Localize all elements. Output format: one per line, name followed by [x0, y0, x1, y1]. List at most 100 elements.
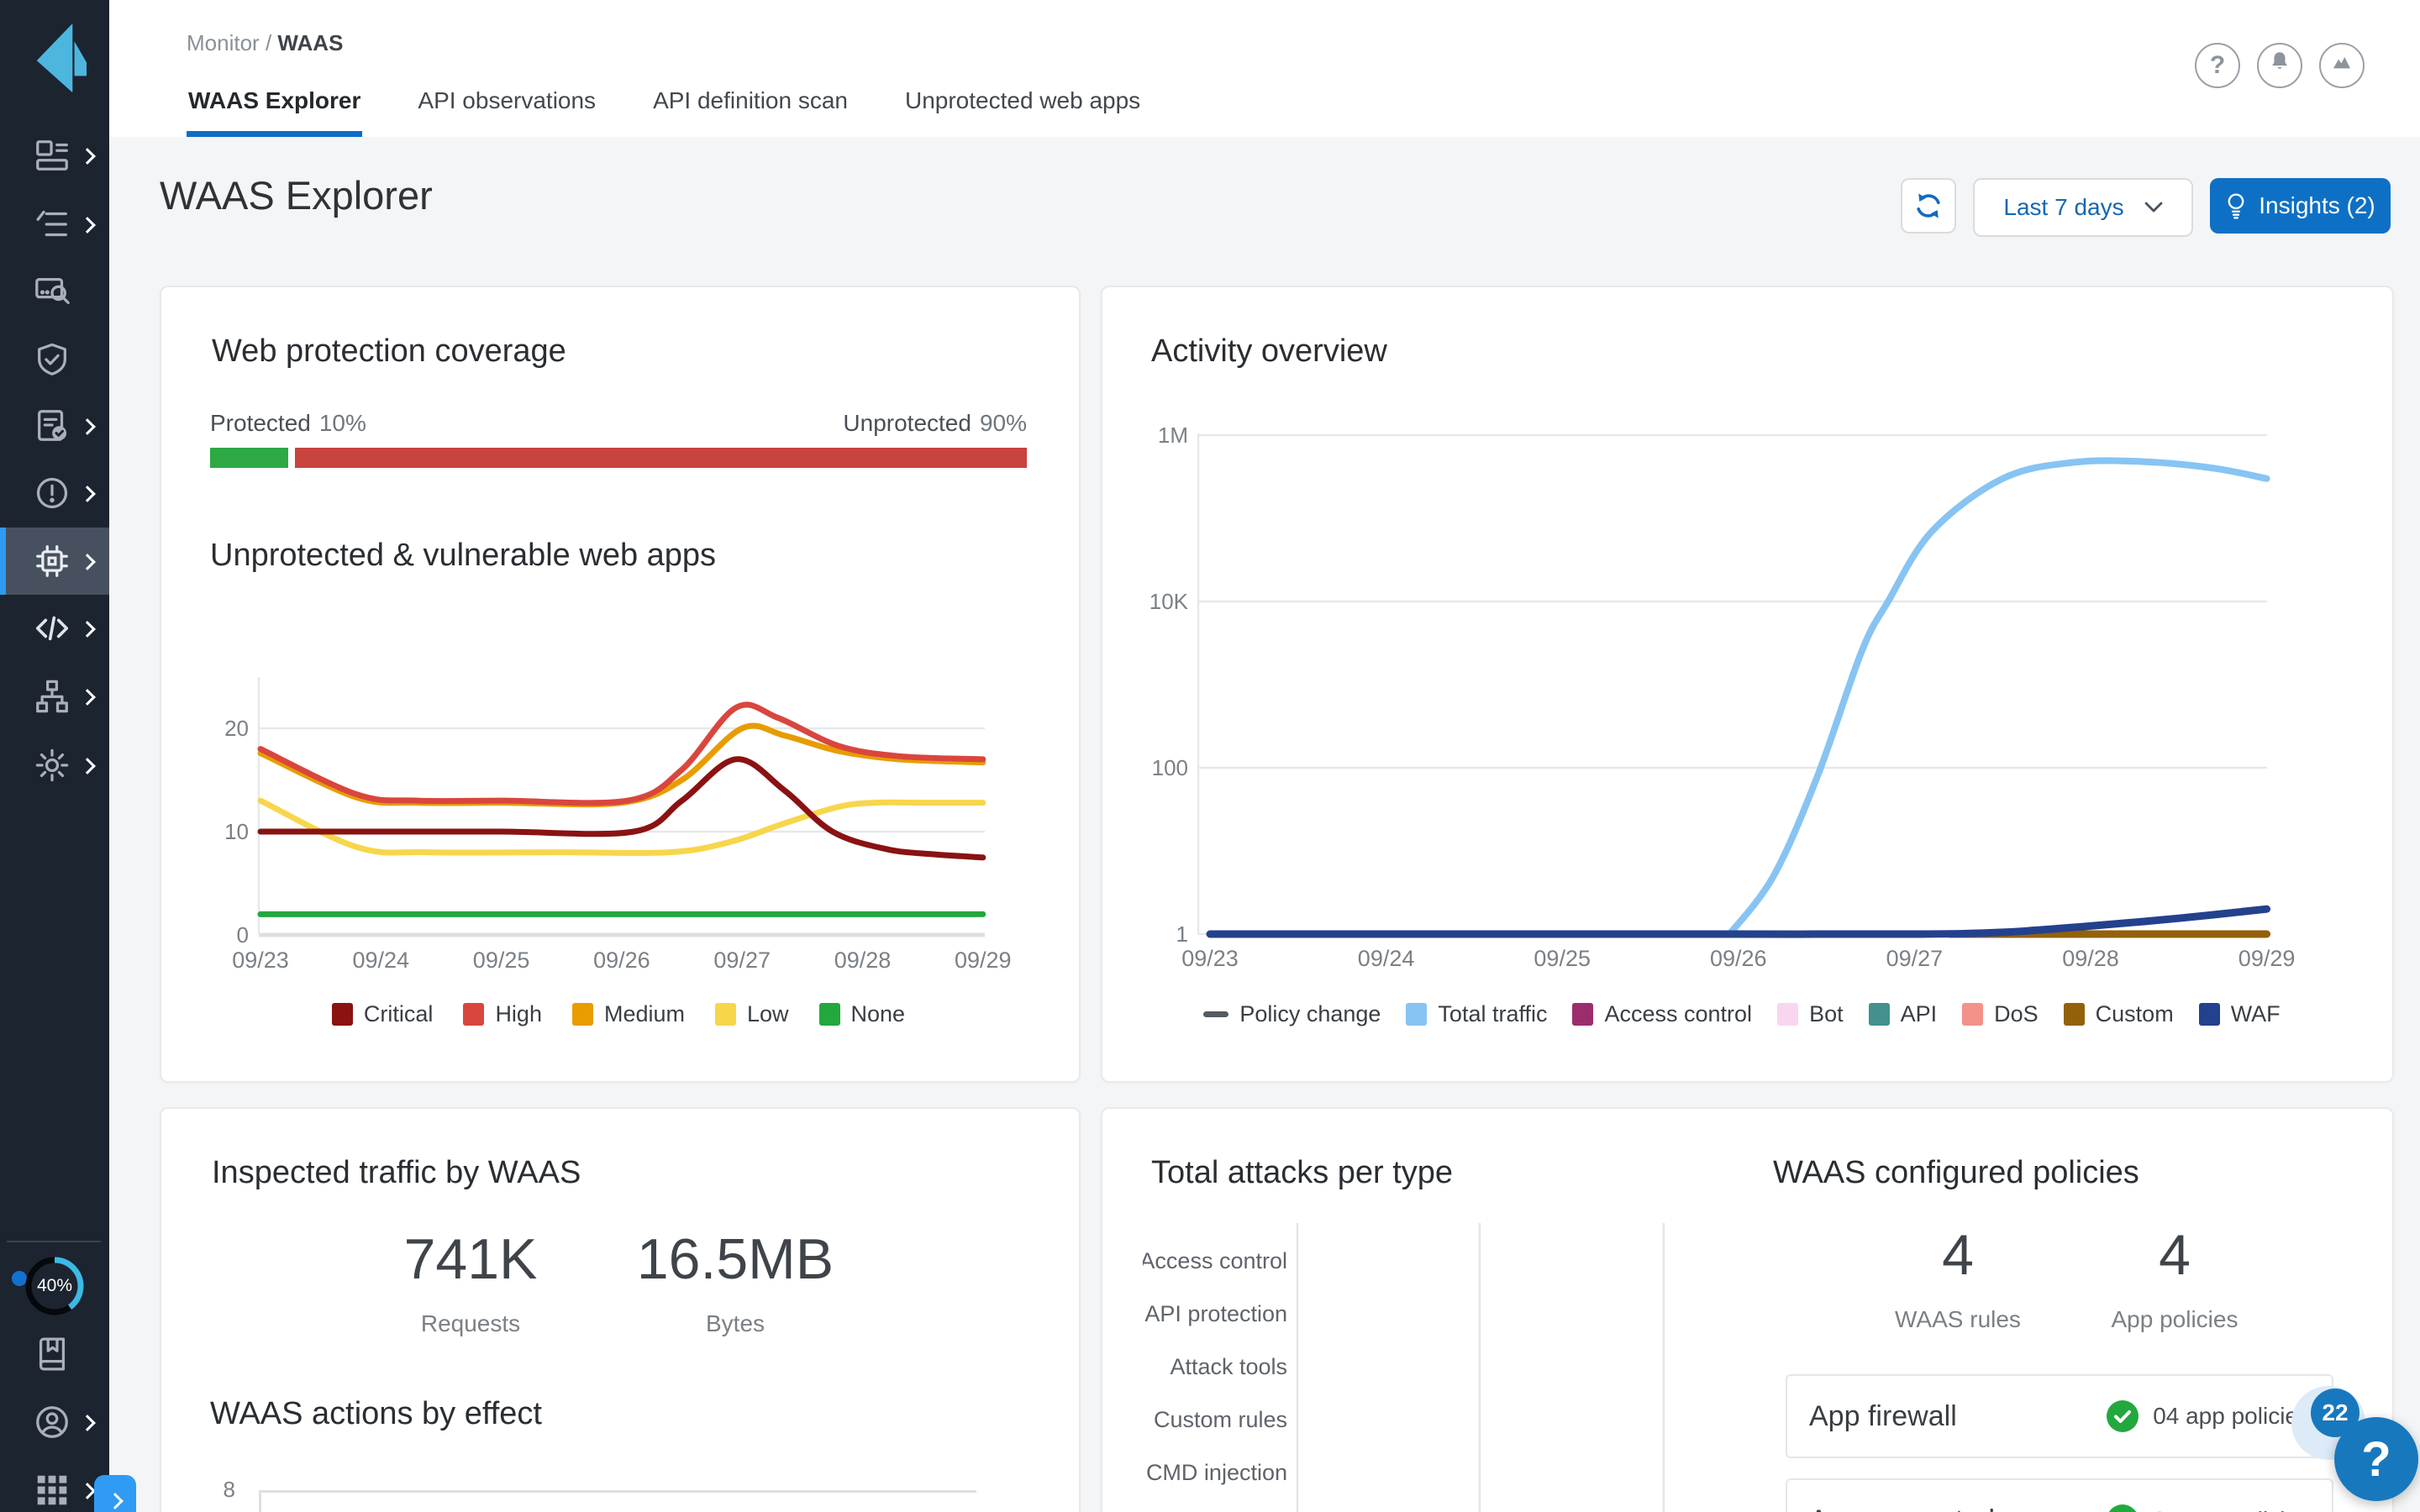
chevron-down-icon: [2144, 202, 2162, 213]
svg-text:09/24: 09/24: [1358, 946, 1415, 971]
tab-api-definition-scan[interactable]: API definition scan: [651, 82, 850, 137]
legend-item-policy-change: Policy change: [1203, 1001, 1381, 1027]
sidebar-item-gear[interactable]: [0, 732, 109, 799]
svg-text:09/28: 09/28: [2062, 946, 2119, 971]
sidebar-item-alert-circle[interactable]: [0, 459, 109, 527]
policy-label: App firewall: [1809, 1399, 1957, 1432]
tab-api-observations[interactable]: API observations: [416, 82, 597, 137]
policy-status: 01 app policies: [2106, 1504, 2310, 1512]
card-title: Total attacks per type: [1151, 1155, 1454, 1190]
breadcrumb-section[interactable]: Monitor: [187, 30, 260, 55]
chevron-right-icon: [79, 621, 96, 638]
svg-text:10: 10: [224, 819, 249, 844]
legend-swatch: [331, 1003, 353, 1026]
svg-text:0: 0: [237, 922, 249, 948]
card-title: Activity overview: [1151, 333, 1387, 369]
webapps-chart-legend: Critical High Medium Low None: [210, 1001, 1027, 1027]
actions-chart-title: WAAS actions by effect: [210, 1396, 542, 1431]
credits-usage-ring[interactable]: 40%: [21, 1252, 88, 1320]
legend-item-low: Low: [715, 1001, 789, 1027]
chevron-right-icon: [79, 1415, 96, 1431]
coverage-bar: [210, 448, 1027, 468]
topbar-actions: ?: [2195, 43, 2365, 88]
tab-unprotected-web-apps[interactable]: Unprotected web apps: [903, 82, 1142, 137]
sidebar-item-search-window[interactable]: [0, 257, 109, 324]
sidebar-item-dashboard[interactable]: [0, 122, 109, 189]
sidebar-item-code[interactable]: [0, 595, 109, 662]
protected-segment: [210, 448, 289, 468]
legend-item-waf: WAF: [2198, 1001, 2281, 1027]
svg-text:CMD injection: CMD injection: [1146, 1460, 1287, 1485]
insights-button[interactable]: Insights (2): [2210, 178, 2391, 234]
svg-text:09/29: 09/29: [2238, 946, 2296, 971]
svg-text:1M: 1M: [1158, 423, 1188, 448]
monitor-chart-button[interactable]: [2319, 43, 2365, 88]
page-title: WAAS Explorer: [160, 173, 433, 218]
policy-status: 04 app policies: [2106, 1399, 2310, 1433]
policy-row-app-firewall[interactable]: App firewall 04 app policies: [1786, 1374, 2333, 1458]
breadcrumb-separator: /: [265, 30, 272, 55]
tab-bar: WAAS Explorer API observations API definit…: [187, 82, 1142, 137]
help-button[interactable]: ?: [2195, 43, 2240, 88]
legend-swatch: [715, 1003, 736, 1026]
time-range-value: Last 7 days: [2003, 194, 2124, 220]
svg-text:20: 20: [224, 716, 249, 741]
legend-swatch: [2198, 1003, 2220, 1026]
bell-icon: [2266, 49, 2293, 82]
activity-line-chart: 1 100 10K 1M 09/23 09/24 09/25 09/26 09/27 09/28 0…: [1150, 423, 2296, 971]
actions-chart-gridline: [259, 1490, 976, 1493]
legend-swatch: [1962, 1003, 1984, 1026]
legend-item-access-control: Access control: [1572, 1001, 1752, 1027]
legend-item-bot: Bot: [1777, 1001, 1844, 1027]
svg-text:09/24: 09/24: [353, 948, 410, 973]
chevron-right-icon: [79, 758, 96, 774]
time-range-dropdown[interactable]: Last 7 days: [1973, 178, 2193, 237]
segment-gap: [288, 448, 296, 468]
sidebar-item-book[interactable]: [0, 1320, 109, 1388]
sidebar-item-chip[interactable]: [0, 528, 109, 595]
sidebar-item-user[interactable]: [0, 1389, 109, 1456]
tab-waas-explorer[interactable]: WAAS Explorer: [187, 82, 363, 137]
svg-text:09/27: 09/27: [1886, 946, 1944, 971]
prisma-cloud-logo[interactable]: [23, 17, 95, 94]
chevron-right-icon: [79, 486, 96, 502]
legend-swatch: [818, 1003, 840, 1026]
legend-swatch: [1572, 1003, 1594, 1026]
sidebar-item-shield-check[interactable]: [0, 326, 109, 393]
svg-text:Access control: Access control: [1143, 1248, 1287, 1273]
requests-label: Requests: [420, 1310, 521, 1336]
breadcrumb-page: WAAS: [277, 30, 344, 55]
bytes-label: Bytes: [705, 1310, 765, 1336]
book-icon: [33, 1335, 71, 1373]
activity-chart-legend: Policy change Total traffic Access control…: [1150, 1001, 2334, 1027]
user-icon: [33, 1403, 71, 1441]
breadcrumb: Monitor / WAAS: [187, 30, 343, 56]
legend-swatch: [1868, 1003, 1890, 1026]
legend-swatch: [571, 1003, 593, 1026]
legend-swatch: [1777, 1003, 1799, 1026]
chevron-right-icon: [79, 1483, 96, 1499]
sidebar-expand-button[interactable]: [94, 1475, 136, 1512]
waas-explorer-page: 40% Monitor / WAAS WAAS Explorer API obse…: [0, 0, 2420, 1512]
refresh-button[interactable]: [1901, 178, 1956, 234]
coverage-labels: Protected 10% Unprotected 90%: [210, 410, 1027, 437]
bytes-value: 16.5MB: [636, 1227, 834, 1291]
sidebar-item-report-check[interactable]: [0, 392, 109, 459]
bell-button[interactable]: [2257, 43, 2302, 88]
policy-label: Access control: [1809, 1504, 1995, 1512]
sidebar-item-apps-grid[interactable]: [0, 1457, 109, 1512]
legend-item-dos: DoS: [1962, 1001, 2039, 1027]
alert-circle-icon: [33, 474, 71, 512]
app-policies-value: 4: [2159, 1223, 2191, 1287]
svg-text:Custom rules: Custom rules: [1154, 1407, 1287, 1432]
waas-rules-stat: 4 WAAS rules: [1857, 1222, 2059, 1333]
legend-item-medium: Medium: [571, 1001, 685, 1027]
legend-swatch: [1203, 1011, 1229, 1017]
svg-text:09/26: 09/26: [593, 948, 650, 973]
policy-row-access-control[interactable]: Access control 01 app policies: [1786, 1478, 2333, 1512]
check-circle-icon: [2107, 1400, 2139, 1432]
sidebar-item-list[interactable]: [0, 191, 109, 258]
sidebar-item-network[interactable]: [0, 663, 109, 730]
legend-item-api: API: [1868, 1001, 1937, 1027]
refresh-icon: [1917, 193, 1940, 218]
